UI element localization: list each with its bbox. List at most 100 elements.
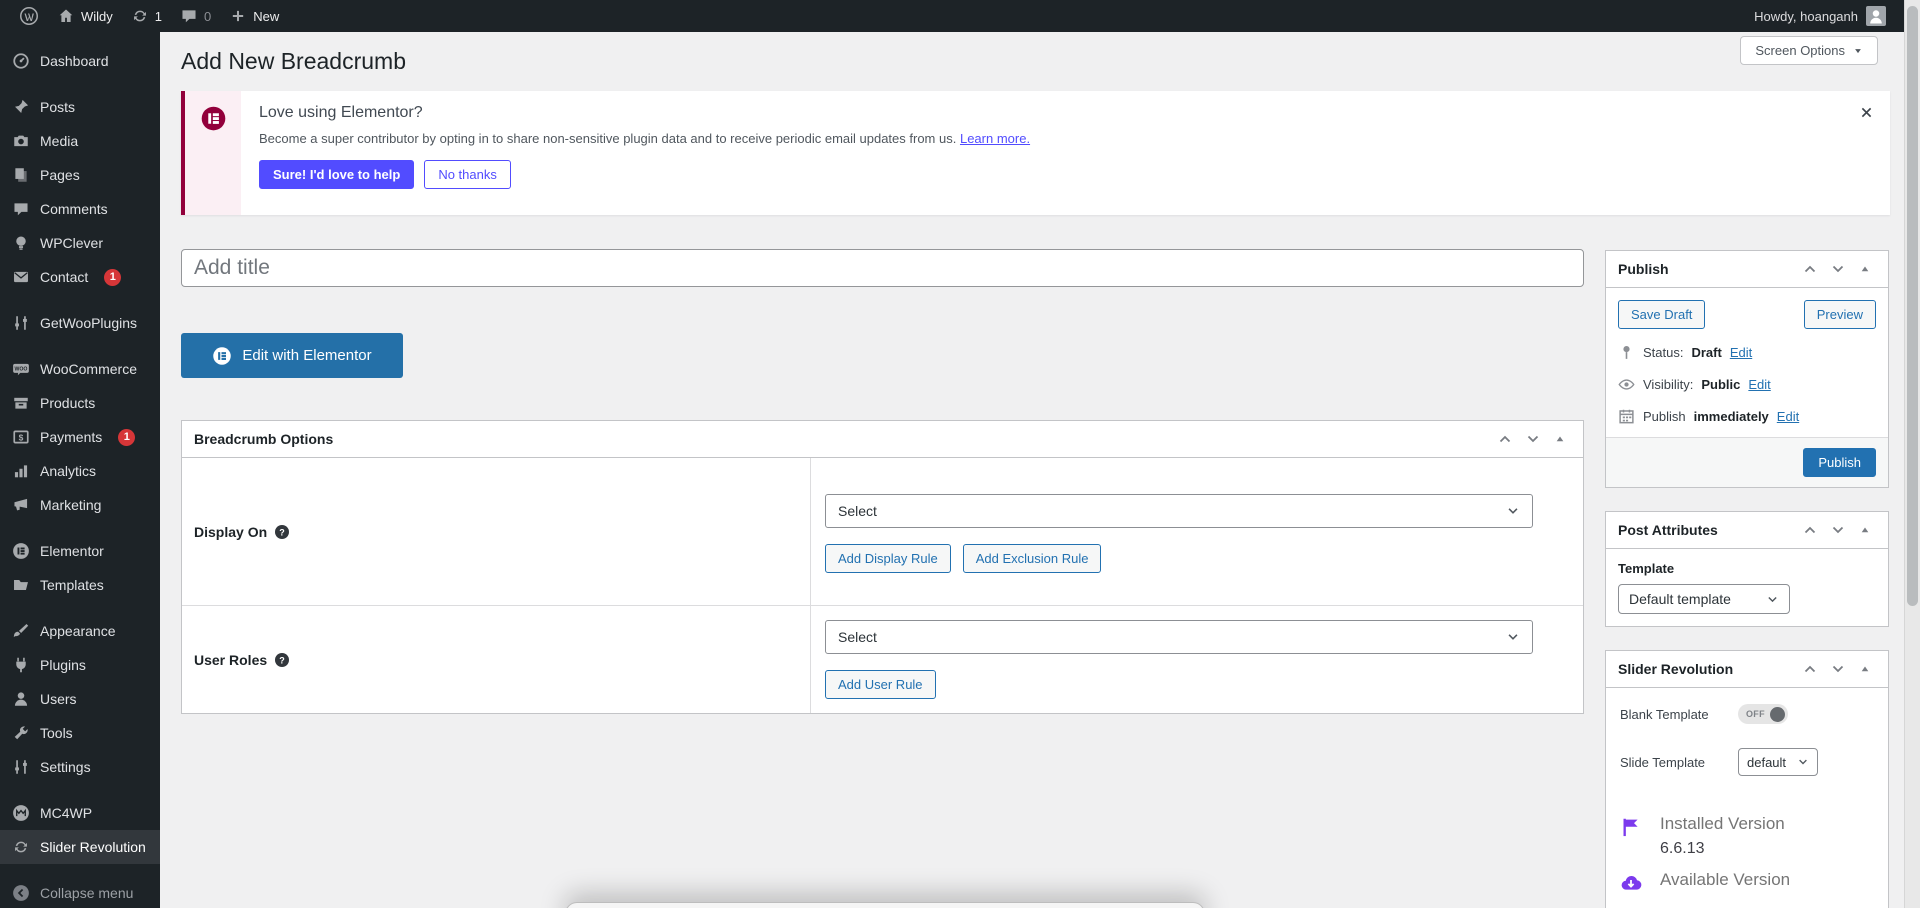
publish-header[interactable]: Publish (1606, 251, 1888, 288)
elementor-button-icon (212, 346, 232, 366)
notice-accept-button[interactable]: Sure! I'd love to help (259, 160, 415, 189)
sidebar-item-mc4wp[interactable]: MC4WP (0, 796, 160, 830)
post-title-input[interactable] (181, 249, 1584, 287)
template-select[interactable]: Default template (1618, 584, 1790, 614)
sidebar-item-getwooplugins[interactable]: GetWooPlugins (0, 306, 160, 340)
user-roles-select[interactable]: Select (825, 620, 1533, 654)
visibility-label: Visibility: (1643, 377, 1694, 392)
move-up-icon[interactable] (1798, 659, 1822, 679)
collapse-icon (12, 884, 30, 902)
sidebar-item-wpclever[interactable]: WPClever (0, 226, 160, 260)
sidebar-item-label: GetWooPlugins (40, 315, 138, 331)
notice-decline-button[interactable]: No thanks (424, 160, 511, 189)
sidebar-menu: Dashboard Posts Media Pages Comments WPClever… (0, 44, 160, 908)
sidebar-item-payments[interactable]: $ Payments 1 (0, 420, 160, 454)
publish-button[interactable]: Publish (1803, 448, 1876, 477)
sidebar-item-settings[interactable]: Settings (0, 750, 160, 784)
breadcrumb-options-header[interactable]: Breadcrumb Options (182, 421, 1583, 458)
sidebar-item-tools[interactable]: Tools (0, 716, 160, 750)
slider-revolution-panel: Slider Revolution Blank Template OFF Sli… (1605, 650, 1889, 908)
new-content-menu[interactable]: New (220, 0, 288, 32)
sidebar-item-comments[interactable]: Comments (0, 192, 160, 226)
elementor-button-label: Edit with Elementor (242, 347, 372, 364)
sidebar-item-slider-revolution[interactable]: Slider Revolution (0, 830, 160, 864)
sidebar-item-woocommerce[interactable]: WOO WooCommerce (0, 352, 160, 386)
envelope-icon (12, 268, 30, 286)
elementor-notice: Love using Elementor? Become a super con… (181, 91, 1890, 215)
pin-icon (12, 98, 30, 116)
sidebar-item-elementor[interactable]: Elementor (0, 534, 160, 568)
chevron-down-icon (1506, 504, 1520, 518)
available-version-row: Available Version (1620, 870, 1874, 894)
help-icon[interactable]: ? (274, 524, 290, 540)
screen-options-button[interactable]: Screen Options (1740, 36, 1878, 65)
learn-more-link[interactable]: Learn more. (960, 131, 1030, 146)
move-down-icon[interactable] (1521, 429, 1545, 449)
dropdown-arrow-icon (1853, 46, 1863, 56)
scrollbar-thumb[interactable] (1907, 6, 1918, 606)
page-scrollbar[interactable] (1904, 0, 1920, 908)
publish-panel: Publish Save Draft Preview Status: Draft… (1605, 250, 1889, 488)
edit-schedule-link[interactable]: Edit (1777, 409, 1799, 424)
sidebar-item-contact[interactable]: Contact 1 (0, 260, 160, 294)
slider-revolution-header[interactable]: Slider Revolution (1606, 651, 1888, 688)
toggle-panel-icon[interactable] (1854, 659, 1876, 679)
preview-button[interactable]: Preview (1803, 300, 1876, 329)
sidebar-item-posts[interactable]: Posts (0, 90, 160, 124)
add-exclusion-rule-button[interactable]: Add Exclusion Rule (962, 544, 1102, 573)
sidebar-item-templates[interactable]: Templates (0, 568, 160, 602)
admin-bar: Wildy 1 0 New Howdy, hoanganh (0, 0, 1904, 32)
status-label: Status: (1643, 345, 1684, 360)
help-icon[interactable]: ? (274, 652, 290, 668)
move-down-icon[interactable] (1826, 659, 1850, 679)
slide-template-select[interactable]: default (1738, 748, 1818, 776)
brush-icon (12, 622, 30, 640)
woo-icon: WOO (12, 360, 30, 378)
edit-visibility-link[interactable]: Edit (1748, 377, 1770, 392)
move-up-icon[interactable] (1798, 259, 1822, 279)
home-icon (57, 7, 75, 25)
close-icon[interactable] (1859, 105, 1874, 120)
chevron-down-icon (1797, 756, 1809, 768)
toggle-panel-icon[interactable] (1854, 259, 1876, 279)
sidebar-item-plugins[interactable]: Plugins (0, 648, 160, 682)
sidebar-item-media[interactable]: Media (0, 124, 160, 158)
flag-icon (1620, 816, 1642, 838)
move-down-icon[interactable] (1826, 520, 1850, 540)
howdy-greeting[interactable]: Howdy, hoanganh (1754, 9, 1858, 24)
edit-status-link[interactable]: Edit (1730, 345, 1752, 360)
wordpress-menu[interactable] (10, 0, 48, 32)
display-on-select[interactable]: Select (825, 494, 1533, 528)
move-up-icon[interactable] (1798, 520, 1822, 540)
sidebar-item-products[interactable]: Products (0, 386, 160, 420)
sidebar-item-label: MC4WP (40, 805, 93, 821)
edit-with-elementor-button[interactable]: Edit with Elementor (181, 333, 403, 378)
sidebar-item-users[interactable]: Users (0, 682, 160, 716)
sidebar-item-dashboard[interactable]: Dashboard (0, 44, 160, 78)
save-draft-button[interactable]: Save Draft (1618, 300, 1706, 329)
add-user-rule-button[interactable]: Add User Rule (825, 670, 936, 699)
template-select-value: Default template (1629, 591, 1731, 607)
site-name-menu[interactable]: Wildy (48, 0, 122, 32)
toggle-panel-icon[interactable] (1854, 520, 1876, 540)
sidebar-item-marketing[interactable]: Marketing (0, 488, 160, 522)
sliders-icon (12, 314, 30, 332)
move-up-icon[interactable] (1493, 429, 1517, 449)
avatar[interactable] (1866, 6, 1886, 26)
select-value: Select (838, 503, 877, 519)
comments-menu[interactable]: 0 (171, 0, 220, 32)
comment-icon (12, 200, 30, 218)
sidebar-item-label: WPClever (40, 235, 104, 251)
sidebar-item-pages[interactable]: Pages (0, 158, 160, 192)
sidebar-item-analytics[interactable]: Analytics (0, 454, 160, 488)
add-display-rule-button[interactable]: Add Display Rule (825, 544, 951, 573)
post-attributes-header[interactable]: Post Attributes (1606, 512, 1888, 549)
move-down-icon[interactable] (1826, 259, 1850, 279)
sidebar-item-collapse-menu[interactable]: Collapse menu (0, 876, 160, 908)
blank-template-toggle[interactable]: OFF (1738, 704, 1788, 724)
updates-menu[interactable]: 1 (122, 0, 171, 32)
pages-icon (12, 166, 30, 184)
sidebar-item-appearance[interactable]: Appearance (0, 614, 160, 648)
person-icon (12, 690, 30, 708)
toggle-panel-icon[interactable] (1549, 429, 1571, 449)
